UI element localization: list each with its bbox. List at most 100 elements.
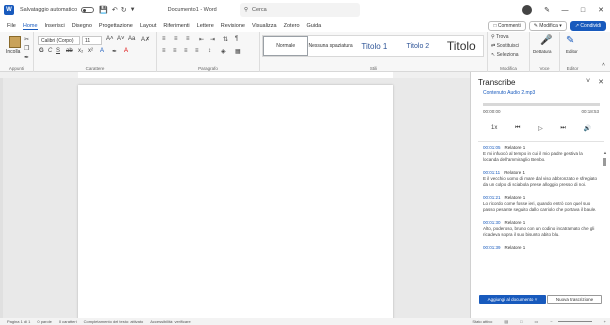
font-name-select[interactable]: Calibri (Corpo) xyxy=(38,36,80,45)
playback-speed-button[interactable]: 1x xyxy=(491,125,497,132)
tab-layout[interactable]: Layout xyxy=(140,23,157,29)
cut-icon[interactable]: ✂ xyxy=(24,36,29,43)
tab-references[interactable]: Riferimenti xyxy=(163,23,189,29)
dictate-button[interactable]: Dettatura xyxy=(533,49,552,54)
format-painter-icon[interactable]: ✒ xyxy=(24,54,29,61)
scrollbar-thumb[interactable] xyxy=(603,158,606,166)
tab-view[interactable]: Visualizza xyxy=(252,23,277,29)
transcript-scrollbar[interactable]: ▲ xyxy=(603,150,607,295)
clear-formatting-icon[interactable]: A✗ xyxy=(141,36,150,43)
grow-font-icon[interactable]: A˄ xyxy=(106,36,114,42)
focus-mode-button[interactable]: Stato attivo xyxy=(472,319,492,324)
superscript-icon[interactable]: x² xyxy=(88,48,93,54)
style-title[interactable]: Titolo xyxy=(440,36,483,56)
transcript-entry[interactable]: 00:01:11 Relatore 1 E il vecchio uomo di … xyxy=(483,170,599,188)
word-count[interactable]: 0 parole xyxy=(37,319,51,324)
align-center-icon[interactable]: ≡ xyxy=(173,48,177,54)
justify-icon[interactable]: ≡ xyxy=(195,48,199,54)
document-page[interactable] xyxy=(78,85,393,320)
forward-icon[interactable]: ⏭ xyxy=(560,125,565,132)
print-layout-icon[interactable]: □ xyxy=(520,319,522,324)
share-button[interactable]: ↗ Condividi xyxy=(569,21,606,31)
undo-icon[interactable]: ↶ xyxy=(112,6,118,14)
increase-indent-icon[interactable]: ⇥ xyxy=(210,36,215,43)
redo-icon[interactable]: ↻ xyxy=(121,6,127,14)
maximize-icon[interactable]: □ xyxy=(574,7,592,14)
edit-mode-button[interactable]: ✎ Modifica ▾ xyxy=(528,21,567,31)
rewind-icon[interactable]: ⏮ xyxy=(515,125,520,132)
font-color-icon[interactable]: A xyxy=(124,48,128,54)
tab-design[interactable]: Progettazione xyxy=(99,23,133,29)
tab-mailings[interactable]: Lettere xyxy=(197,23,214,29)
line-spacing-icon[interactable]: ↕ xyxy=(208,48,211,54)
pen-icon[interactable]: ✎ xyxy=(538,6,556,14)
replace-button[interactable]: ⇄ Sostituisci xyxy=(491,43,519,49)
audio-file-link[interactable]: Contenuto Audio 2.mp3 xyxy=(483,90,535,96)
text-predictions-status[interactable]: Completamento del testo: attivato xyxy=(84,319,144,324)
pane-options-icon[interactable]: ˅ xyxy=(586,78,590,86)
minimize-icon[interactable]: — xyxy=(556,7,574,14)
bold-icon[interactable]: G xyxy=(39,48,44,54)
tab-review[interactable]: Revisione xyxy=(221,23,245,29)
numbering-icon[interactable]: ≡ xyxy=(174,36,178,42)
transcript-entry[interactable]: 00:01:21 Relatore 1 Lo ricordo come fosse… xyxy=(483,195,599,213)
entry-timestamp[interactable]: 00:01:39 xyxy=(483,245,501,250)
font-size-select[interactable]: 11 xyxy=(82,36,102,45)
sort-icon[interactable]: ⇅ xyxy=(223,36,228,43)
customize-quick-access-icon[interactable]: ▼ xyxy=(130,7,136,13)
align-left-icon[interactable]: ≡ xyxy=(162,48,166,54)
autosave-toggle[interactable] xyxy=(81,7,95,13)
editor-button[interactable]: Editor xyxy=(566,49,578,54)
change-case-icon[interactable]: Aa xyxy=(128,36,135,42)
zoom-out-icon[interactable]: − xyxy=(550,319,552,324)
scroll-up-icon[interactable]: ▲ xyxy=(603,150,607,155)
bullets-icon[interactable]: ≡ xyxy=(162,36,166,42)
read-mode-icon[interactable]: ▤ xyxy=(504,319,508,324)
shading-icon[interactable]: ◈ xyxy=(221,48,226,55)
accessibility-status[interactable]: Accessibilità: verificare xyxy=(150,319,190,324)
show-marks-icon[interactable]: ¶ xyxy=(235,36,238,42)
decrease-indent-icon[interactable]: ⇤ xyxy=(199,36,204,43)
add-to-document-button[interactable]: Aggiungi al documento ˅ xyxy=(479,295,546,304)
entry-timestamp[interactable]: 00:01:11 xyxy=(483,170,500,175)
zoom-slider[interactable] xyxy=(557,321,592,322)
tab-help[interactable]: Guida xyxy=(307,23,322,29)
text-effects-icon[interactable]: A xyxy=(100,48,104,54)
highlight-icon[interactable]: ✒ xyxy=(112,48,117,55)
web-layout-icon[interactable]: ▭ xyxy=(535,319,539,324)
find-button[interactable]: ⚲ Trova xyxy=(491,34,509,40)
select-button[interactable]: ↖ Seleziona xyxy=(491,52,519,58)
borders-icon[interactable]: ▦ xyxy=(235,48,241,55)
style-normal[interactable]: Normale xyxy=(263,36,309,56)
tab-draw[interactable]: Disegno xyxy=(72,23,92,29)
shrink-font-icon[interactable]: A˅ xyxy=(117,36,125,42)
style-heading-1[interactable]: Titolo 1 xyxy=(353,36,396,56)
style-heading-2[interactable]: Titolo 2 xyxy=(396,36,439,56)
editor-icon[interactable]: ✎ xyxy=(566,35,574,46)
pane-close-icon[interactable]: ✕ xyxy=(598,78,604,86)
entry-timestamp[interactable]: 00:01:05 xyxy=(483,145,501,150)
transcript-entry[interactable]: 00:01:30 Relatore 1 Alto, poderoso, bruno… xyxy=(483,220,599,238)
transcript-entry[interactable]: 00:01:05 Relatore 1 E mi infuocò al tempo… xyxy=(483,145,599,163)
zoom-in-icon[interactable]: + xyxy=(604,319,606,324)
strikethrough-icon[interactable]: ab xyxy=(66,48,73,54)
entry-timestamp[interactable]: 00:01:30 xyxy=(483,220,501,225)
copy-icon[interactable]: ❐ xyxy=(24,45,29,52)
audio-progress-bar[interactable] xyxy=(483,103,600,106)
tab-file[interactable]: File xyxy=(7,23,16,29)
tab-home[interactable]: Home xyxy=(22,23,38,30)
avatar[interactable] xyxy=(522,5,532,15)
microphone-icon[interactable]: 🎤 xyxy=(540,35,552,46)
paste-button[interactable]: Incolla xyxy=(6,49,20,55)
tab-insert[interactable]: Inserisci xyxy=(45,23,65,29)
char-count[interactable]: 0 caratteri xyxy=(59,319,77,324)
play-icon[interactable]: ▷ xyxy=(538,125,543,132)
save-icon[interactable]: 💾 xyxy=(99,6,108,14)
italic-icon[interactable]: C xyxy=(48,48,52,54)
transcript-entry[interactable]: 00:01:39 Relatore 1 xyxy=(483,245,599,250)
collapse-ribbon-icon[interactable]: ˄ xyxy=(602,62,605,68)
close-icon[interactable]: ✕ xyxy=(592,6,610,14)
comments-button[interactable]: □ Commenti xyxy=(488,21,526,31)
page-count[interactable]: Pagina 1 di 1 xyxy=(7,319,30,324)
entry-timestamp[interactable]: 00:01:21 xyxy=(483,195,501,200)
